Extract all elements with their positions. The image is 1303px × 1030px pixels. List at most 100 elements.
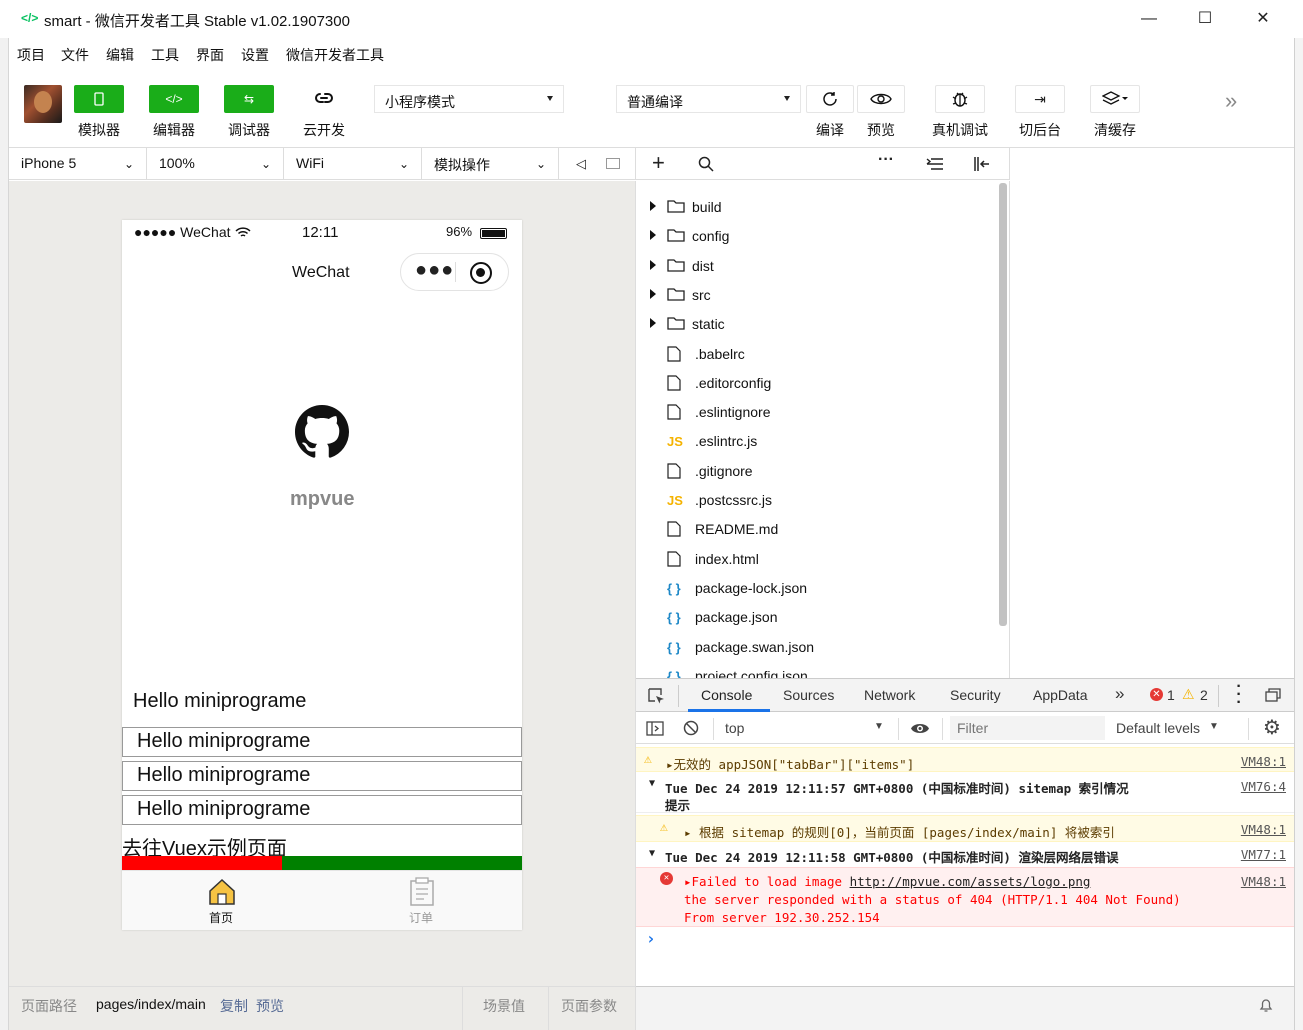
menu-tools[interactable]: 工具 [151,45,179,65]
avatar[interactable] [24,85,62,123]
clear-console-icon[interactable] [683,720,699,736]
expand-arrow-icon[interactable] [650,259,656,270]
close-capsule-icon[interactable] [470,262,492,284]
source-link[interactable]: VM48:1 [1241,874,1286,889]
sidebar-toggle-icon[interactable] [973,156,990,172]
hello-input[interactable]: Hello miniprograme [122,761,522,791]
background-button[interactable]: ⇥ [1015,85,1065,113]
warning-message[interactable]: ▸无效的 appJSON["tabBar"]["items"] [666,754,914,773]
zoom-select[interactable]: 100% ⌄ [147,148,284,180]
warning-count[interactable]: 2 [1200,687,1208,703]
tab-home[interactable]: 首页 [192,871,252,931]
minimize-button[interactable]: — [1138,8,1160,30]
expand-arrow-icon[interactable] [650,288,656,299]
menu-project[interactable]: 项目 [17,45,45,65]
folder-item[interactable]: build [636,193,996,222]
mode-select[interactable]: 小程序模式 [374,85,564,113]
bell-icon[interactable] [1259,997,1273,1013]
sidebar-icon[interactable] [646,721,664,736]
file-item[interactable]: index.html [636,545,996,574]
console-group[interactable]: ▼ Tue Dec 24 2019 12:11:57 GMT+0800 (中国标… [636,773,1294,813]
menu-edit[interactable]: 编辑 [106,45,134,65]
more-chevron-icon[interactable]: » [1225,88,1237,114]
hello-input[interactable]: Hello miniprograme [122,795,522,825]
cloud-button[interactable] [299,85,349,113]
more-tabs-icon[interactable]: » [1115,684,1124,704]
collapse-all-icon[interactable] [926,158,943,171]
preview-link[interactable]: 预览 [256,996,284,1016]
page-params-button[interactable]: 页面参数 [561,996,617,1016]
operation-select[interactable]: 模拟操作 ⌄ [422,148,559,180]
more-dots-icon[interactable]: ●●● [415,259,454,282]
menu-wechat-devtools[interactable]: 微信开发者工具 [286,45,384,65]
file-item[interactable]: .babelrc [636,340,996,369]
file-item[interactable]: .eslintignore [636,398,996,427]
file-item[interactable]: README.md [636,515,996,544]
file-item[interactable]: .editorconfig [636,369,996,398]
levels-select[interactable]: Default levels ▼ [1112,716,1232,740]
volume-icon[interactable]: ◁ [576,156,586,172]
menu-settings[interactable]: 设置 [241,45,269,65]
expanded-triangle-icon[interactable]: ▼ [649,778,655,789]
more-dots-icon[interactable]: ··· [878,151,894,169]
close-button[interactable]: ✕ [1252,8,1274,30]
file-item[interactable]: JS .postcssrc.js [636,486,996,515]
copy-link[interactable]: 复制 [220,996,248,1016]
tab-appdata[interactable]: AppData [1033,687,1087,703]
console-prompt[interactable]: › [646,929,656,948]
folder-item[interactable]: static [636,310,996,339]
context-select[interactable]: top ▼ [718,716,890,740]
file-tree-scrollbar[interactable] [999,183,1007,626]
folder-item[interactable]: src [636,281,996,310]
device-select[interactable]: iPhone 5 ⌄ [9,148,147,180]
menu-file[interactable]: 文件 [61,45,89,65]
eye-icon[interactable] [910,722,930,735]
filter-input[interactable] [950,716,1105,740]
vertical-dots-icon[interactable]: · · · [1236,679,1242,711]
expand-arrow-icon[interactable] [650,201,656,211]
file-item[interactable]: JS .eslintrc.js [636,427,996,456]
tab-console[interactable]: Console [701,687,752,703]
tab-orders[interactable]: 订单 [392,871,452,931]
undock-icon[interactable] [1265,688,1281,702]
source-link[interactable]: VM48:1 [1241,754,1286,769]
scene-button[interactable]: 场景值 [483,996,525,1016]
tab-network[interactable]: Network [864,687,915,703]
file-item[interactable]: { } package.swan.json [636,633,996,662]
console-group[interactable]: ▼ Tue Dec 24 2019 12:11:58 GMT+0800 (中国标… [636,843,1294,866]
tab-sources[interactable]: Sources [783,687,834,703]
error-text[interactable]: ▸Failed to load image [684,874,850,889]
source-link[interactable]: VM76:4 [1241,779,1286,794]
add-icon[interactable]: + [652,150,665,176]
editor-button[interactable]: </> [149,85,199,113]
file-item[interactable]: { } package.json [636,603,996,632]
file-item[interactable]: .gitignore [636,457,996,486]
debugger-button[interactable]: ⇆ [224,85,274,113]
capsule-button[interactable]: ●●● [400,253,509,291]
remote-debug-button[interactable] [935,85,985,113]
tab-security[interactable]: Security [950,687,1001,703]
warning-message[interactable]: ▸ 根据 sitemap 的规则[0]，当前页面 [pages/index/ma… [684,822,1115,841]
folder-item[interactable]: dist [636,252,996,281]
search-icon[interactable] [698,156,714,172]
expanded-triangle-icon[interactable]: ▼ [649,848,655,859]
clear-cache-button[interactable] [1090,85,1140,113]
compile-button[interactable] [806,85,854,113]
network-select[interactable]: WiFi ⌄ [284,148,422,180]
window-icon[interactable] [606,158,620,169]
expand-arrow-icon[interactable] [650,230,656,241]
expand-arrow-icon[interactable] [650,318,656,329]
error-count[interactable]: 1 [1167,687,1175,703]
menu-interface[interactable]: 界面 [196,45,224,65]
source-link[interactable]: VM48:1 [1241,822,1286,837]
folder-item[interactable]: config [636,222,996,251]
maximize-button[interactable]: ☐ [1194,8,1216,30]
inspect-element-icon[interactable] [648,688,665,705]
file-item[interactable]: { } project.config.json [636,662,996,678]
preview-button[interactable] [857,85,905,113]
source-link[interactable]: VM77:1 [1241,847,1286,862]
gear-icon[interactable]: ⚙ [1263,715,1281,740]
simulator-button[interactable] [74,85,124,113]
error-url-link[interactable]: http://mpvue.com/assets/logo.png [850,874,1091,889]
compile-mode-select[interactable]: 普通编译 [616,85,801,113]
